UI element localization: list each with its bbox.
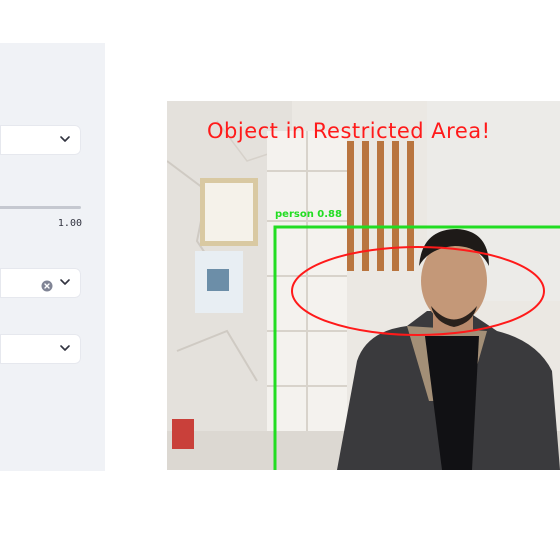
clear-icon[interactable]	[41, 277, 53, 292]
slider-max-label: 1.00	[57, 218, 82, 229]
sidebar: 1.00	[0, 43, 105, 471]
chevron-down-icon	[59, 133, 71, 145]
camera-frame	[167, 101, 560, 470]
alert-text: Object in Restricted Area!	[207, 119, 491, 143]
select-box-2[interactable]	[0, 334, 81, 364]
confidence-slider-track[interactable]	[0, 206, 81, 209]
chevron-down-icon	[59, 342, 71, 354]
video-feed: Object in Restricted Area! person 0.88	[167, 101, 560, 470]
detection-label: person 0.88	[275, 209, 342, 220]
select-box-1[interactable]	[0, 125, 81, 155]
multiselect-box[interactable]	[0, 268, 81, 298]
chevron-down-icon	[59, 276, 71, 288]
